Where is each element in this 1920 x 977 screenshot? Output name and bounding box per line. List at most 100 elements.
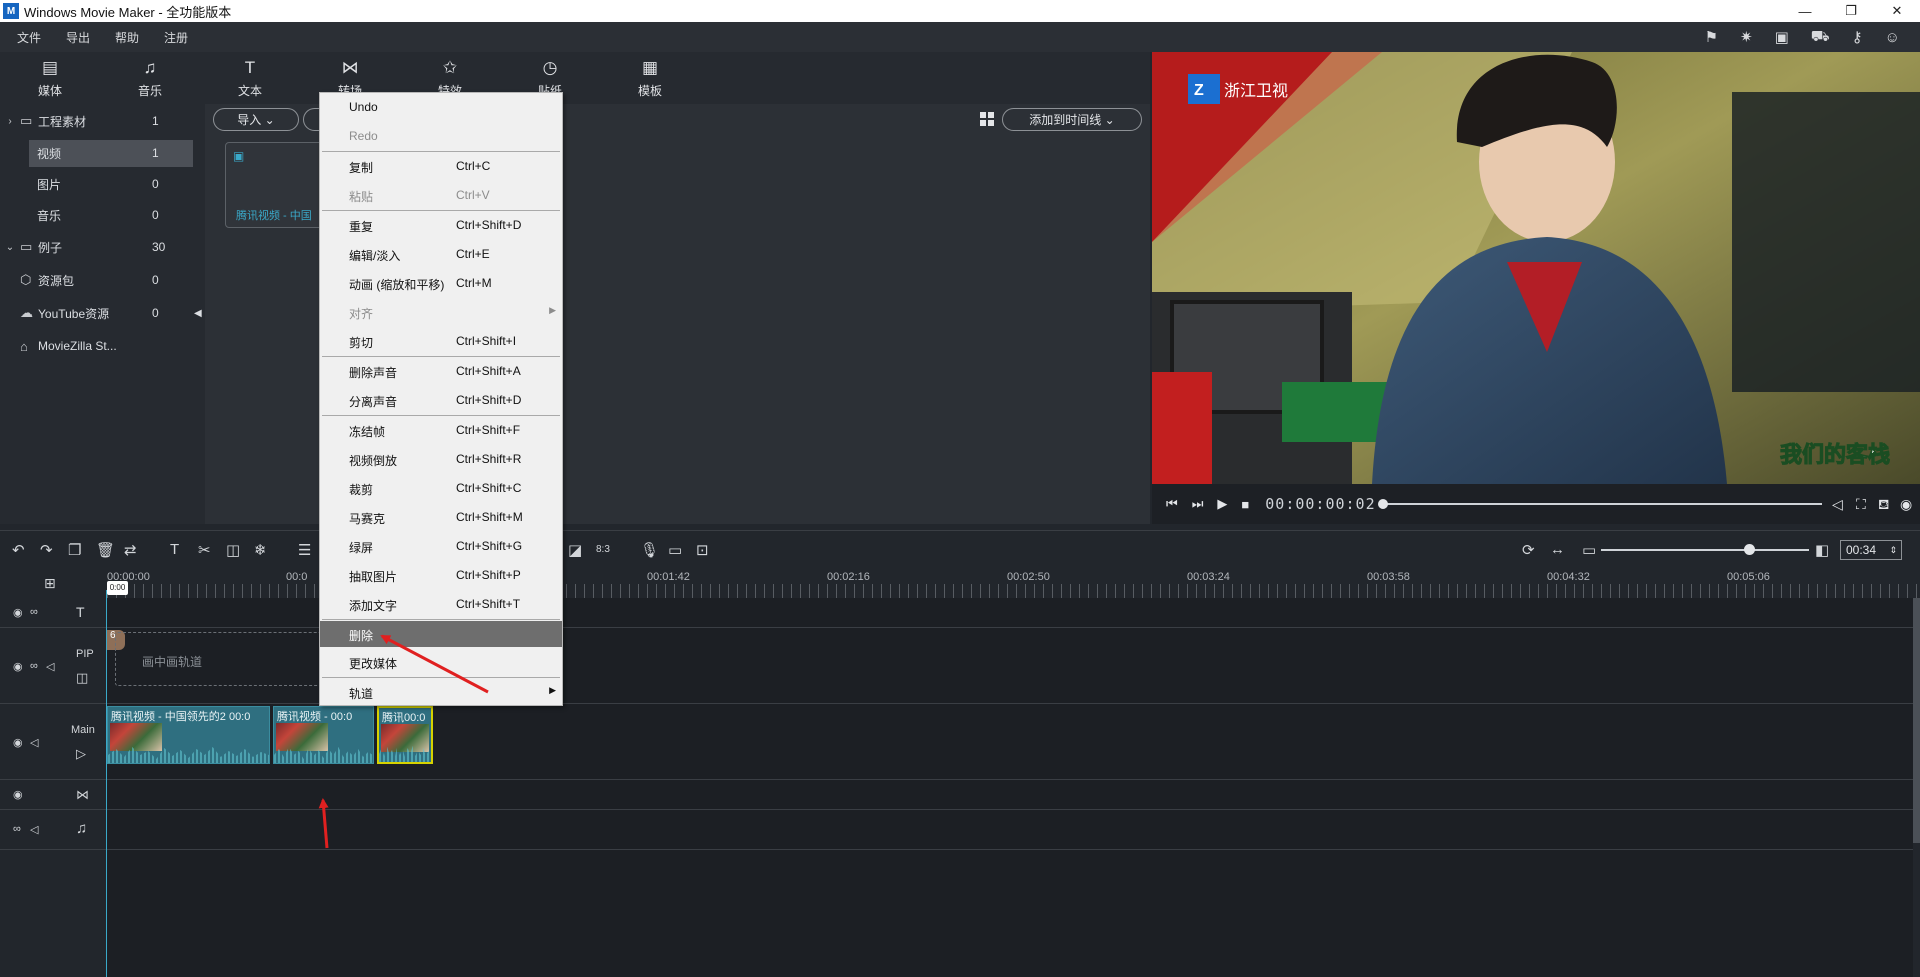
timeline-empty-area[interactable] [107, 850, 1913, 977]
menu-file[interactable]: 文件 [17, 29, 41, 46]
import-button[interactable]: 导入 ⌄ [213, 108, 299, 131]
freeze-icon[interactable]: ❄ [254, 541, 267, 559]
tab-text[interactable]: T 文本 [215, 52, 285, 104]
grid-view-icon[interactable] [980, 112, 994, 126]
collapse-panel-icon[interactable]: ◀ [194, 308, 202, 319]
redo-icon[interactable]: ↷ [40, 541, 53, 559]
video-clip[interactable]: 腾讯视频 - 中国领先的2 00:0 [107, 706, 270, 764]
tree-item-music[interactable]: 音乐 0 [0, 200, 205, 230]
link-icon[interactable]: ∞ [30, 660, 38, 672]
speaker-icon[interactable]: ◁ [46, 660, 54, 673]
link-icon[interactable]: ∞ [13, 823, 21, 835]
camera-icon[interactable]: ▭ [668, 541, 682, 559]
menu-item-undo[interactable]: Undo [320, 95, 562, 119]
tab-template[interactable]: ▦ 模板 [615, 52, 685, 104]
fill-icon[interactable]: ⛾ [1878, 496, 1889, 515]
menu-item-change-media[interactable]: 更改媒体 [320, 650, 562, 674]
menu-item-crop[interactable]: 裁剪 Ctrl+Shift+C [320, 476, 562, 500]
eye-icon[interactable]: ◉ [13, 660, 23, 673]
star-icon[interactable]: ✷ [1740, 28, 1753, 46]
snapshot-icon[interactable]: ◉ [1900, 496, 1912, 513]
save-icon[interactable]: ▣ [1775, 28, 1789, 46]
menu-help[interactable]: 帮助 [115, 29, 139, 46]
replace-icon[interactable]: ⇄ [124, 541, 137, 559]
tree-item-moviezilla[interactable]: ⌂ MovieZilla St... [0, 331, 205, 361]
add-to-timeline-button[interactable]: 添加到时间线 ⌄ [1002, 108, 1142, 131]
menu-item-animation[interactable]: 动画 (缩放和平移) Ctrl+M [320, 271, 562, 295]
menu-item-redo[interactable]: Redo [320, 124, 562, 148]
stepper-icon[interactable]: ⇕ [1889, 541, 1897, 559]
tree-item-youtube[interactable]: ☁ YouTube资源 0 ◀ [0, 298, 205, 328]
key-icon[interactable]: ⚷ [1852, 28, 1863, 46]
menu-item-copy[interactable]: 复制 Ctrl+C [320, 154, 562, 178]
seek-bar[interactable] [1382, 503, 1822, 505]
tab-media[interactable]: ▤ 媒体 [15, 52, 85, 104]
minimize-button[interactable]: — [1782, 0, 1828, 22]
stop-icon[interactable]: ■ [1241, 497, 1249, 512]
close-button[interactable]: ✕ [1874, 0, 1920, 22]
speaker-icon[interactable]: ◁ [30, 736, 38, 749]
pin-icon[interactable]: ⚑ [1705, 28, 1718, 46]
tab-music[interactable]: ♫ 音乐 [115, 52, 185, 104]
add-track-icon[interactable]: ⊞ [44, 575, 56, 592]
loop-icon[interactable]: ⟳ [1522, 541, 1535, 559]
screen-record-icon[interactable]: ⊡ [696, 541, 709, 559]
video-clip[interactable]: 腾讯视频 - 00:0 [273, 706, 374, 764]
microphone-icon[interactable]: 🎙 [640, 541, 659, 559]
tree-item-video[interactable]: 视频 1 [0, 138, 205, 168]
text-tool-icon[interactable]: T [170, 541, 179, 558]
menu-item-green-screen[interactable]: 绿屏 Ctrl+Shift+G [320, 534, 562, 558]
restore-button[interactable]: ❐ [1828, 0, 1874, 22]
transition-track[interactable] [107, 780, 1913, 810]
menu-item-freeze-frame[interactable]: 冻结帧 Ctrl+Shift+F [320, 418, 562, 442]
main-track[interactable]: 腾讯视频 - 中国领先的2 00:0 腾讯视频 - 00:0 腾讯00:0 [107, 704, 1913, 780]
menu-item-extract-image[interactable]: 抽取图片 Ctrl+Shift+P [320, 563, 562, 587]
volume-icon[interactable]: ◁ [1832, 496, 1843, 513]
timeline-scrollbar[interactable] [1913, 598, 1920, 843]
skip-back-icon[interactable]: ⏮ [1166, 496, 1178, 512]
menu-export[interactable]: 导出 [66, 29, 90, 46]
media-card[interactable]: ▣ 腾讯视频 - 中国 [225, 142, 325, 228]
menu-item-duplicate[interactable]: 重复 Ctrl+Shift+D [320, 213, 562, 237]
tree-item-resource-pack[interactable]: ⬡ 资源包 0 [0, 265, 205, 295]
menu-item-paste[interactable]: 粘贴 Ctrl+V [320, 183, 562, 207]
tree-item-image[interactable]: 图片 0 [0, 169, 205, 199]
rating-icon[interactable]: ☺ [1885, 29, 1900, 46]
menu-item-delete[interactable]: 删除 [320, 621, 562, 647]
cart-icon[interactable]: ⛟ [1811, 28, 1830, 47]
menu-item-cut[interactable]: 剪切 Ctrl+Shift+I [320, 329, 562, 353]
pip-tool-icon[interactable]: ◪ [568, 541, 582, 559]
menu-item-remove-audio[interactable]: 删除声音 Ctrl+Shift+A [320, 359, 562, 383]
tree-item-examples[interactable]: ⌄ ▭ 例子 30 [0, 232, 205, 262]
aspect-ratio-icon[interactable]: 8:3 [596, 544, 610, 555]
undo-icon[interactable]: ↶ [12, 541, 25, 559]
menu-item-align[interactable]: 对齐 ▶ [320, 300, 562, 324]
chevron-right-icon[interactable]: › [0, 116, 20, 127]
zoom-in-icon[interactable]: ◧ [1815, 541, 1829, 559]
link-icon[interactable]: ∞ [30, 606, 38, 618]
video-preview[interactable]: Z 浙江卫视 我们的客栈 [1152, 52, 1920, 484]
speaker-icon[interactable]: ◁ [30, 823, 38, 836]
delete-icon[interactable]: 🗑 [96, 541, 115, 559]
copy-icon[interactable]: ❐ [68, 541, 81, 559]
fit-width-icon[interactable]: ↔ [1550, 541, 1565, 558]
menu-register[interactable]: 注册 [164, 29, 188, 46]
menu-item-detach-audio[interactable]: 分离声音 Ctrl+Shift+D [320, 388, 562, 412]
zoom-slider-track[interactable] [1601, 549, 1809, 551]
eye-icon[interactable]: ◉ [13, 736, 23, 749]
tree-item-project[interactable]: › ▭ 工程素材 1 [0, 106, 205, 136]
video-clip-selected[interactable]: 腾讯00:0 [377, 706, 433, 764]
play-icon[interactable]: ▶ [1217, 496, 1227, 512]
seek-handle[interactable] [1378, 499, 1388, 509]
playhead-handle[interactable]: 0:00 [107, 581, 128, 595]
audio-track[interactable] [107, 810, 1913, 850]
step-forward-icon[interactable]: ⏭ [1192, 496, 1204, 512]
zoom-slider-handle[interactable] [1744, 544, 1755, 555]
menu-lines-icon[interactable]: ☰ [298, 541, 311, 559]
menu-item-add-text[interactable]: 添加文字 Ctrl+Shift+T [320, 592, 562, 616]
menu-item-reverse[interactable]: 视频倒放 Ctrl+Shift+R [320, 447, 562, 471]
playhead-line[interactable] [106, 590, 107, 977]
menu-item-edit-fade[interactable]: 编辑/淡入 Ctrl+E [320, 242, 562, 266]
fullscreen-icon[interactable]: ⛶ [1856, 496, 1866, 513]
menu-item-mosaic[interactable]: 马赛克 Ctrl+Shift+M [320, 505, 562, 529]
